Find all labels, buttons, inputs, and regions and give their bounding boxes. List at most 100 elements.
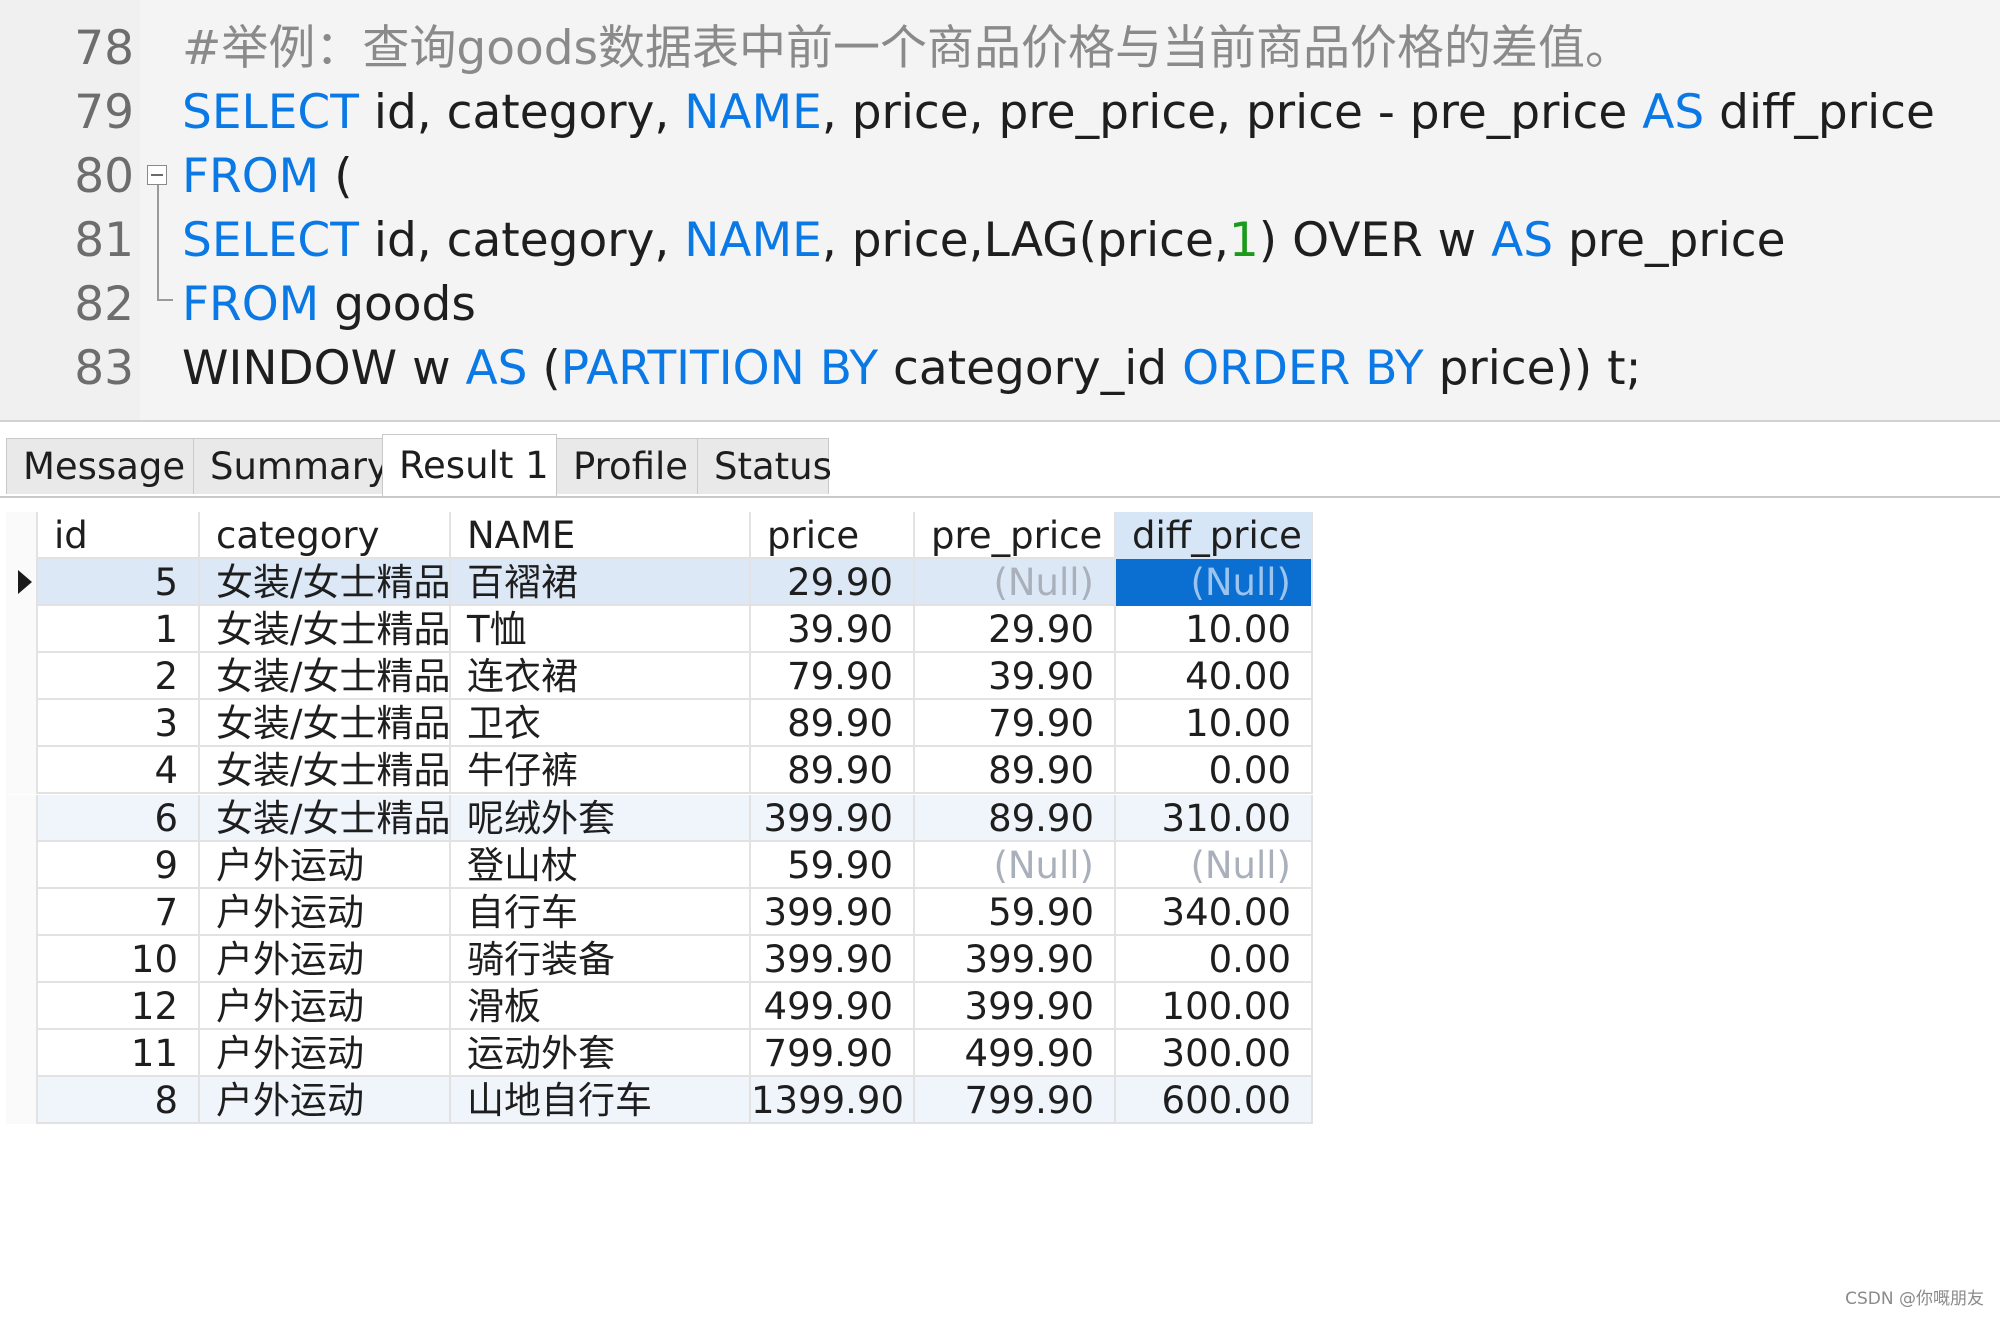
cell-category[interactable]: 女装/女士精品: [200, 653, 451, 700]
cell-pre-price[interactable]: 59.90: [915, 889, 1116, 936]
row-indicator[interactable]: [6, 842, 38, 889]
cell-diff-price[interactable]: (Null): [1116, 842, 1313, 889]
cell-name[interactable]: 自行车: [451, 889, 751, 936]
table-row[interactable]: 11 户外运动 运动外套 799.90 499.90 300.00: [6, 1030, 1313, 1077]
cell-pre-price[interactable]: 89.90: [915, 747, 1116, 794]
code-line[interactable]: 79 SELECT id, category, NAME, price, pre_…: [0, 81, 2000, 145]
cell-price[interactable]: 29.90: [751, 559, 915, 606]
row-indicator[interactable]: [6, 559, 38, 606]
cell-name[interactable]: 登山杖: [451, 842, 751, 889]
tab-result-1[interactable]: Result 1: [382, 434, 557, 496]
cell-category[interactable]: 女装/女士精品: [200, 747, 451, 794]
cell-pre-price[interactable]: 399.90: [915, 983, 1116, 1030]
cell-diff-price[interactable]: 0.00: [1116, 747, 1313, 794]
cell-pre-price[interactable]: 399.90: [915, 936, 1116, 983]
cell-name[interactable]: 百褶裙: [451, 559, 751, 606]
cell-category[interactable]: 户外运动: [200, 936, 451, 983]
cell-diff-price[interactable]: (Null): [1116, 559, 1313, 606]
cell-id[interactable]: 10: [38, 936, 200, 983]
cell-diff-price[interactable]: 10.00: [1116, 700, 1313, 747]
cell-name[interactable]: 山地自行车: [451, 1077, 751, 1124]
column-header-category[interactable]: category: [200, 512, 451, 559]
column-header-diff-price[interactable]: diff_price: [1116, 512, 1313, 559]
tab-status[interactable]: Status: [697, 438, 832, 494]
cell-pre-price[interactable]: 79.90: [915, 700, 1116, 747]
cell-category[interactable]: 户外运动: [200, 842, 451, 889]
cell-name[interactable]: 骑行装备: [451, 936, 751, 983]
code-line[interactable]: 83 WINDOW w AS (PARTITION BY category_id …: [0, 337, 2000, 401]
cell-diff-price[interactable]: 10.00: [1116, 606, 1313, 653]
tab-profile[interactable]: Profile: [556, 438, 698, 494]
cell-name[interactable]: 运动外套: [451, 1030, 751, 1077]
cell-pre-price[interactable]: (Null): [915, 842, 1116, 889]
cell-diff-price[interactable]: 340.00: [1116, 889, 1313, 936]
cell-diff-price[interactable]: 310.00: [1116, 795, 1313, 842]
cell-pre-price[interactable]: 799.90: [915, 1077, 1116, 1124]
cell-category[interactable]: 户外运动: [200, 1030, 451, 1077]
cell-id[interactable]: 3: [38, 700, 200, 747]
cell-category[interactable]: 户外运动: [200, 983, 451, 1030]
cell-pre-price[interactable]: 29.90: [915, 606, 1116, 653]
cell-id[interactable]: 12: [38, 983, 200, 1030]
cell-price[interactable]: 799.90: [751, 1030, 915, 1077]
code-line[interactable]: 81 SELECT id, category, NAME, price,LAG(p…: [0, 209, 2000, 273]
fold-toggle-icon[interactable]: [147, 165, 167, 185]
row-indicator[interactable]: [6, 1077, 38, 1124]
column-header-name[interactable]: NAME: [451, 512, 751, 559]
cell-category[interactable]: 户外运动: [200, 1077, 451, 1124]
cell-price[interactable]: 499.90: [751, 983, 915, 1030]
row-indicator[interactable]: [6, 747, 38, 794]
cell-price[interactable]: 399.90: [751, 889, 915, 936]
cell-id[interactable]: 5: [38, 559, 200, 606]
cell-diff-price[interactable]: 600.00: [1116, 1077, 1313, 1124]
cell-id[interactable]: 1: [38, 606, 200, 653]
cell-id[interactable]: 4: [38, 747, 200, 794]
cell-name[interactable]: T恤: [451, 606, 751, 653]
cell-id[interactable]: 2: [38, 653, 200, 700]
cell-diff-price[interactable]: 300.00: [1116, 1030, 1313, 1077]
cell-price[interactable]: 399.90: [751, 795, 915, 842]
cell-price[interactable]: 89.90: [751, 747, 915, 794]
table-row[interactable]: 10 户外运动 骑行装备 399.90 399.90 0.00: [6, 936, 1313, 983]
cell-price[interactable]: 89.90: [751, 700, 915, 747]
code-line[interactable]: 78 #举例：查询goods数据表中前一个商品价格与当前商品价格的差值。: [0, 17, 2000, 81]
table-row[interactable]: 1 女装/女士精品 T恤 39.90 29.90 10.00: [6, 606, 1313, 653]
table-row[interactable]: 9 户外运动 登山杖 59.90 (Null) (Null): [6, 842, 1313, 889]
tab-message[interactable]: Message: [6, 438, 194, 494]
table-row[interactable]: 2 女装/女士精品 连衣裙 79.90 39.90 40.00: [6, 653, 1313, 700]
cell-id[interactable]: 8: [38, 1077, 200, 1124]
cell-category[interactable]: 户外运动: [200, 889, 451, 936]
cell-name[interactable]: 牛仔裤: [451, 747, 751, 794]
cell-price[interactable]: 79.90: [751, 653, 915, 700]
cell-price[interactable]: 59.90: [751, 842, 915, 889]
code-line[interactable]: 82 FROM goods: [0, 273, 2000, 337]
code-line[interactable]: 80 FROM (: [0, 145, 2000, 209]
row-indicator[interactable]: [6, 936, 38, 983]
column-header-price[interactable]: price: [751, 512, 915, 559]
cell-diff-price[interactable]: 100.00: [1116, 983, 1313, 1030]
cell-price[interactable]: 39.90: [751, 606, 915, 653]
cell-category[interactable]: 女装/女士精品: [200, 795, 451, 842]
cell-diff-price[interactable]: 0.00: [1116, 936, 1313, 983]
row-indicator[interactable]: [6, 889, 38, 936]
column-header-pre-price[interactable]: pre_price: [915, 512, 1116, 559]
cell-pre-price[interactable]: 39.90: [915, 653, 1116, 700]
cell-name[interactable]: 滑板: [451, 983, 751, 1030]
sql-editor[interactable]: 78 #举例：查询goods数据表中前一个商品价格与当前商品价格的差值。 79 SEL…: [0, 0, 2000, 422]
cell-price[interactable]: 1399.90: [751, 1077, 915, 1124]
table-row[interactable]: 5 女装/女士精品 百褶裙 29.90 (Null) (Null): [6, 559, 1313, 606]
cell-name[interactable]: 呢绒外套: [451, 795, 751, 842]
cell-category[interactable]: 女装/女士精品: [200, 700, 451, 747]
cell-price[interactable]: 399.90: [751, 936, 915, 983]
cell-id[interactable]: 11: [38, 1030, 200, 1077]
table-row[interactable]: 12 户外运动 滑板 499.90 399.90 100.00: [6, 983, 1313, 1030]
row-indicator[interactable]: [6, 606, 38, 653]
row-indicator[interactable]: [6, 700, 38, 747]
cell-pre-price[interactable]: 89.90: [915, 795, 1116, 842]
cell-id[interactable]: 9: [38, 842, 200, 889]
tab-summary[interactable]: Summary: [193, 438, 389, 494]
row-indicator[interactable]: [6, 1030, 38, 1077]
cell-id[interactable]: 6: [38, 795, 200, 842]
table-row[interactable]: 3 女装/女士精品 卫衣 89.90 79.90 10.00: [6, 700, 1313, 747]
cell-name[interactable]: 连衣裙: [451, 653, 751, 700]
